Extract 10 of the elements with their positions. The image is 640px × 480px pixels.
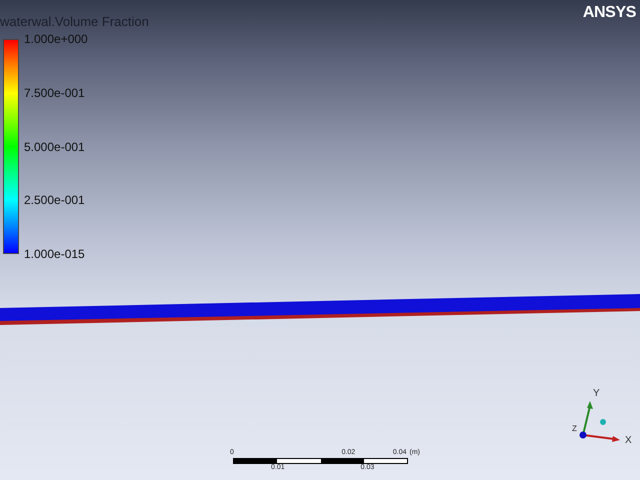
axis-triad-drawing: [578, 400, 622, 442]
legend-label: 7.500e-001: [24, 86, 86, 100]
legend-label: 1.000e+000: [24, 32, 88, 46]
legend-label: 1.000e-015: [24, 247, 86, 261]
legend-label: 5.000e-001: [24, 140, 86, 154]
axis-label: X: [625, 434, 632, 448]
axis-label: Z: [572, 424, 577, 433]
legend-label: 2.500e-001: [24, 193, 86, 208]
logo: ANSYS: [582, 3, 636, 23]
axis-label: Y: [593, 387, 600, 401]
